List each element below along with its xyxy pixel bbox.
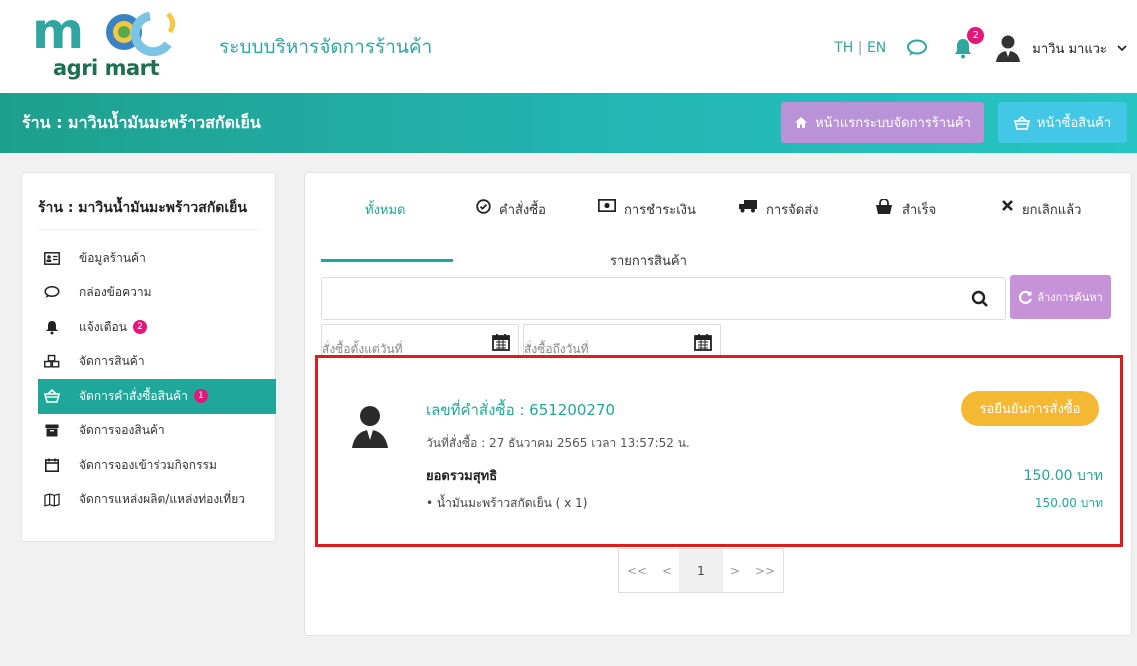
truck-icon (739, 200, 757, 213)
user-avatar-icon (996, 35, 1021, 62)
agri-mart-logo[interactable]: m agri mart (32, 2, 182, 80)
sidebar-item-label: จัดการจองสินค้า (79, 423, 165, 438)
map-icon (44, 492, 60, 508)
sidebar-item-activity-bookings[interactable]: จัดการจองเข้าร่วมกิจกรรม (22, 448, 275, 483)
system-title: ระบบบริหารจัดการร้านค้า (219, 36, 433, 58)
sidebar-title: ร้าน : มาวินน้ำมันมะพร้าวสกัดเย็น (38, 200, 247, 216)
net-total-label: ยอดรวมสุทธิ (426, 469, 498, 484)
page-first-button[interactable]: << (619, 549, 655, 592)
calendar-icon (694, 334, 712, 351)
search-icon (971, 290, 988, 307)
sidebar-item-label: จัดการสินค้า (79, 354, 145, 369)
bell-icon (44, 319, 60, 335)
chevron-down-icon (1117, 45, 1127, 52)
orders-panel: ทั้งหมด คำสั่งซื้อ การชำระเงิน รายการสิน… (304, 172, 1132, 636)
sidebar-item-sources-attractions[interactable]: จัดการแหล่งผลิต/แหล่งท่องเที่ยว (22, 483, 275, 518)
sidebar-item-label: กล่องข้อความ (79, 285, 152, 300)
sidebar-item-label: จัดการคำสั่งซื้อสินค้า (79, 388, 188, 403)
order-status-tabs: ทั้งหมด คำสั่งซื้อ การชำระเงิน รายการสิน… (321, 191, 1115, 269)
page-prev-button[interactable]: < (655, 549, 679, 592)
page-last-button[interactable]: >> (747, 549, 783, 592)
user-name: มาวิน มาแวะ (1032, 41, 1107, 57)
page-next-button[interactable]: > (723, 549, 747, 592)
id-card-icon (44, 250, 60, 266)
shop-title: ร้าน : มาวินน้ำมันมะพร้าวสกัดเย็น (22, 113, 261, 132)
tab-payment-subtitle: รายการสินค้า (610, 254, 687, 269)
sidebar-item-label: จัดการจองเข้าร่วมกิจกรรม (79, 457, 217, 472)
calendar-icon (44, 457, 60, 473)
tab-label: คำสั่งซื้อ (499, 203, 546, 218)
shopping-bag-icon (876, 199, 892, 214)
refresh-icon (1019, 290, 1033, 304)
home-icon (795, 117, 808, 128)
notifications-button[interactable]: 2 (948, 27, 985, 63)
messages-button[interactable] (902, 33, 932, 63)
shop-home-button[interactable]: หน้าซื้อสินค้า (998, 102, 1127, 143)
tab-shipping[interactable]: การจัดส่ง (738, 199, 819, 255)
status-badge: รอยืนยันการสั่งซื้อ (961, 391, 1099, 426)
order-number[interactable]: เลขที่คำสั่งซื้อ : 651200270 (426, 398, 615, 422)
calendar-icon (492, 334, 510, 351)
sidebar-item-label: แจ้งเตือน (79, 319, 127, 334)
clear-search-label: ล้างการค้นหา (1037, 291, 1103, 304)
order-item: • น้ำมันมะพร้าวสกัดเย็น ( x 1) (426, 496, 588, 510)
order-item-price: 150.00 บาท (1034, 496, 1103, 510)
order-date: วันที่สั่งซื้อ : 27 ธันวาคม 2565 เวลา 13… (426, 436, 690, 450)
active-tab-indicator (321, 259, 453, 262)
header-actions: TH | EN 2 มาวิน มาแวะ (834, 27, 1127, 68)
page-current[interactable]: 1 (679, 549, 723, 592)
close-icon (1002, 200, 1013, 211)
tab-orders[interactable]: คำสั่งซื้อ (476, 199, 546, 255)
search-button[interactable] (968, 287, 992, 311)
chat-icon (44, 285, 60, 301)
chat-icon (907, 39, 928, 56)
sidebar-item-orders[interactable]: จัดการคำสั่งซื้อสินค้า 1 (38, 379, 276, 414)
check-circle-icon (476, 199, 491, 214)
user-menu[interactable]: มาวิน มาแวะ (994, 34, 1127, 62)
store-admin-home-label: หน้าแรกระบบจัดการร้านค้า (815, 116, 971, 131)
lang-th[interactable]: TH (834, 40, 853, 56)
tab-all[interactable]: ทั้งหมด (365, 199, 406, 255)
lang-en[interactable]: EN (867, 40, 886, 56)
tab-completed[interactable]: สำเร็จ (874, 199, 936, 255)
sidebar-menu: ข้อมูลร้านค้า กล่องข้อความ แจ้งเตือน 2 จ… (22, 241, 276, 518)
tab-label: ยกเลิกแล้ว (1022, 203, 1082, 218)
sidebar-item-reservations[interactable]: จัดการจองสินค้า (22, 414, 275, 449)
tab-cancelled[interactable]: ยกเลิกแล้ว (1001, 199, 1081, 255)
sidebar-item-inbox[interactable]: กล่องข้อความ (22, 276, 275, 311)
orders-badge: 1 (193, 389, 208, 404)
tab-payment[interactable]: การชำระเงิน (598, 199, 696, 255)
notifications-badge: 2 (132, 320, 147, 335)
basket-icon (1013, 115, 1030, 130)
tab-label: การชำระเงิน (624, 203, 696, 218)
top-header: m agri mart ระบบบริหารจัดการร้านค้า TH |… (0, 0, 1137, 93)
sidebar-item-shop-info[interactable]: ข้อมูลร้านค้า (22, 241, 275, 276)
lang-separator: | (857, 40, 863, 56)
money-bill-icon (598, 199, 616, 212)
tab-label: การจัดส่ง (766, 203, 819, 218)
net-total-value: 150.00 บาท (1023, 468, 1103, 484)
search-input[interactable] (321, 277, 1006, 320)
notification-badge: 2 (967, 27, 985, 44)
order-card[interactable]: เลขที่คำสั่งซื้อ : 651200270 วันที่สั่งซ… (315, 355, 1123, 547)
tab-label: สำเร็จ (902, 203, 937, 218)
cubes-icon (44, 354, 60, 370)
archive-icon (44, 423, 60, 439)
customer-avatar-icon (348, 404, 392, 452)
logo-subtitle: agri mart (53, 56, 160, 80)
sidebar-item-products[interactable]: จัดการสินค้า (22, 345, 275, 380)
sidebar-item-label: ข้อมูลร้านค้า (79, 250, 146, 265)
sidebar-item-label: จัดการแหล่งผลิต/แหล่งท่องเที่ยว (79, 492, 245, 507)
tab-label: ทั้งหมด (365, 203, 406, 218)
shop-home-label: หน้าซื้อสินค้า (1036, 116, 1112, 131)
language-switch: TH | EN (834, 40, 886, 56)
basket-icon (44, 388, 60, 404)
sidebar-divider (38, 229, 259, 230)
store-admin-home-button[interactable]: หน้าแรกระบบจัดการร้านค้า (781, 102, 984, 143)
svg-text:m: m (32, 8, 82, 56)
clear-search-button[interactable]: ล้างการค้นหา (1010, 275, 1111, 319)
pagination: << < 1 > >> (618, 548, 784, 593)
sidebar: ร้าน : มาวินน้ำมันมะพร้าวสกัดเย็น ข้อมูล… (21, 172, 276, 542)
sidebar-item-notifications[interactable]: แจ้งเตือน 2 (22, 310, 275, 345)
